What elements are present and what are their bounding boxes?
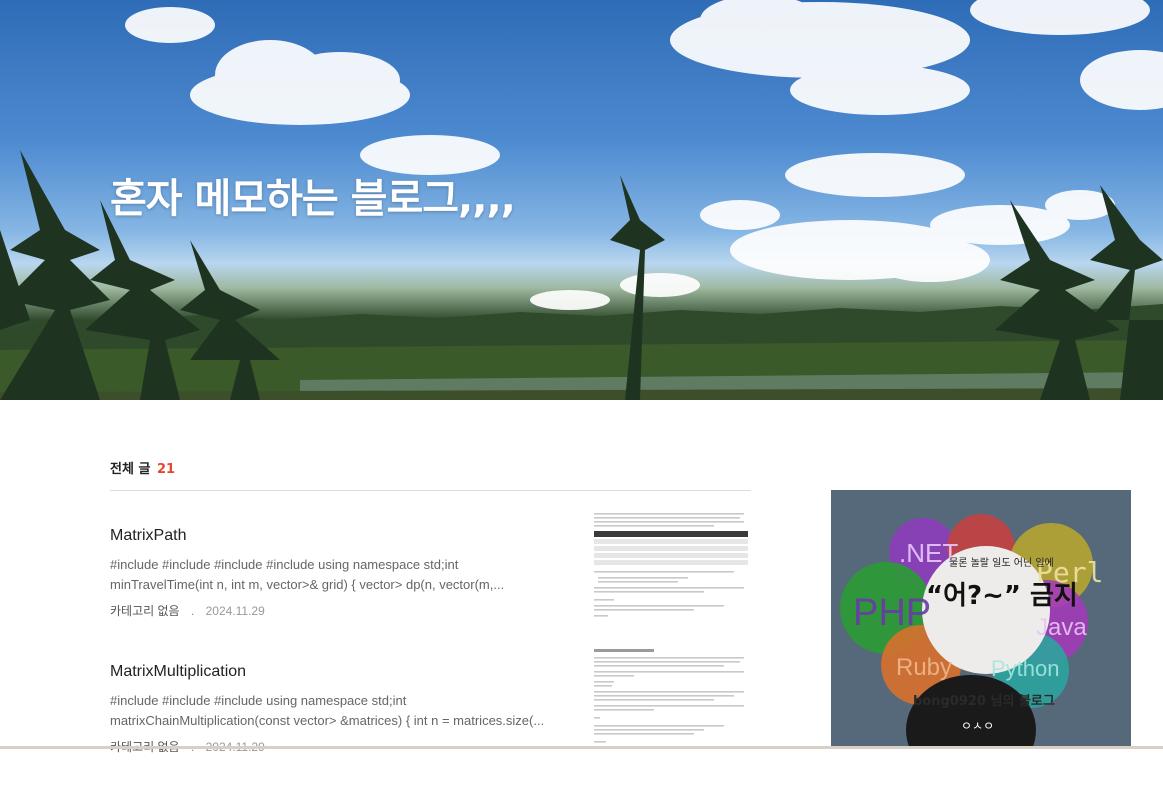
post-title[interactable]: MatrixMultiplication <box>110 663 246 681</box>
logo-word-python: Python <box>991 656 1060 681</box>
post-item[interactable]: MatrixMultiplication #include #include #… <box>110 645 752 793</box>
logo-word-php: PHP <box>853 592 931 634</box>
post-date: 2024.11.29 <box>205 604 265 618</box>
profile-top-text: 물론 놀랄 일도 어닌 일에 <box>949 556 1054 569</box>
post-count: 21 <box>156 462 176 477</box>
post-meta: 카테고리 없음 . 2024.11.29 <box>110 602 265 619</box>
profile-blog-name: bong0920 님의 블로그 <box>913 693 1055 709</box>
logo-word-ruby: Ruby <box>896 654 952 681</box>
post-title[interactable]: MatrixPath <box>110 527 186 545</box>
document-preview-icon <box>594 649 744 743</box>
logo-word-java: Java <box>1036 614 1087 641</box>
hero-banner: 혼자 메모하는 블로그,,,, <box>0 0 1163 400</box>
document-preview-icon <box>594 513 748 617</box>
blog-profile-card[interactable]: .NET Perl PHP Java Ruby Python 물론 놀랄 일도 … <box>831 490 1131 749</box>
header-divider <box>110 490 751 491</box>
profile-caption: ㅇㅅㅇ <box>961 719 994 733</box>
post-item[interactable]: MatrixPath #include #include #include #i… <box>110 509 752 657</box>
post-excerpt[interactable]: #include #include #include using namespa… <box>110 691 560 731</box>
post-excerpt[interactable]: #include #include #include #include usin… <box>110 555 560 595</box>
post-thumbnail[interactable] <box>590 645 752 755</box>
profile-image: .NET Perl PHP Java Ruby Python 물론 놀랄 일도 … <box>840 514 1103 749</box>
blog-title[interactable]: 혼자 메모하는 블로그,,,, <box>110 166 516 224</box>
post-thumbnail[interactable] <box>590 509 752 619</box>
profile-banner-text: “어?~” 금지 <box>926 581 1078 611</box>
post-category[interactable]: 카테고리 없음 <box>110 604 180 618</box>
post-list-header: 전체 글 21 <box>110 458 175 477</box>
post-list-label: 전체 글 <box>110 462 151 477</box>
meta-separator: . <box>190 604 195 618</box>
